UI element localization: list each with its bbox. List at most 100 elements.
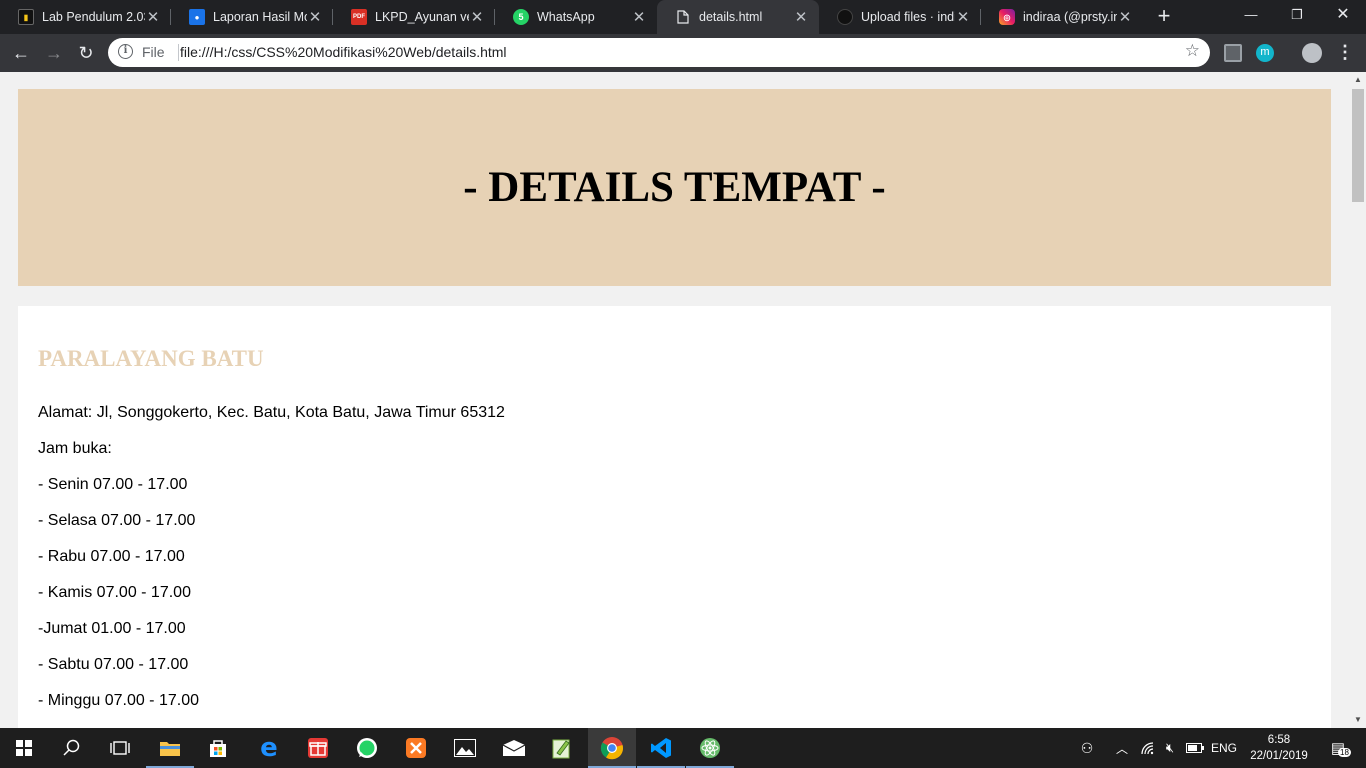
info-icon[interactable]: i — [118, 44, 133, 59]
scroll-down-arrow-icon[interactable]: ▼ — [1350, 712, 1366, 728]
whatsapp-icon: 5 — [513, 9, 529, 25]
gift-icon — [308, 738, 328, 758]
tab-lkpd[interactable]: PDF LKPD_Ayunan versi ✕ — [333, 0, 495, 34]
taskbar-photos[interactable] — [441, 728, 489, 768]
windows-logo-icon — [16, 740, 32, 756]
page-viewport: - DETAILS TEMPAT - PARALAYANG BATU Alama… — [0, 72, 1350, 728]
taskbar-edge[interactable]: e — [245, 728, 293, 768]
hours-row: - Sabtu 07.00 - 17.00 — [38, 656, 189, 673]
close-tab-icon[interactable]: ✕ — [793, 8, 809, 26]
bookmark-star-icon[interactable]: ☆ — [1185, 41, 1200, 61]
instagram-icon: ◎ — [999, 9, 1015, 25]
tab-title: WhatsApp — [537, 10, 595, 24]
hours-row: - Senin 07.00 - 17.00 — [38, 476, 188, 493]
close-tab-icon[interactable]: ✕ — [631, 8, 647, 26]
taskbar-file-explorer[interactable] — [146, 728, 194, 768]
vscode-icon — [651, 738, 671, 758]
hours-label: Jam buka: — [38, 440, 112, 457]
extension-icon[interactable] — [1224, 44, 1242, 62]
tab-strip: ▮ Lab Pendulum 2.03 ✕ ● Laporan Hasil Mo… — [0, 0, 1366, 34]
profile-avatar-icon[interactable] — [1302, 43, 1322, 63]
task-view-button[interactable] — [96, 728, 144, 768]
tab-title: details.html — [699, 10, 763, 24]
close-tab-icon[interactable]: ✕ — [469, 8, 485, 26]
close-tab-icon[interactable]: ✕ — [145, 8, 161, 26]
address-text: Alamat: Jl, Songgokerto, Kec. Batu, Kota… — [38, 404, 505, 421]
pdf-icon: PDF — [351, 9, 367, 25]
atom-icon — [700, 738, 720, 758]
new-tab-button[interactable]: + — [1152, 5, 1176, 29]
forward-button[interactable]: → — [42, 41, 66, 65]
browser-toolbar: ← → ↻ i File file:///H:/css/CSS%20Modifi… — [0, 34, 1366, 72]
tab-title: Lab Pendulum 2.03 — [42, 10, 145, 24]
taskbar-whatsapp[interactable] — [343, 728, 391, 768]
phet-icon: ▮ — [18, 9, 34, 25]
tab-instagram[interactable]: ◎ indiraa (@prsty.ind ✕ — [981, 0, 1143, 34]
tab-title: Upload files · indiraa — [861, 10, 955, 24]
close-tab-icon[interactable]: ✕ — [955, 8, 971, 26]
volume-control[interactable]: 🔇︎ — [1160, 728, 1180, 768]
language-indicator[interactable]: ENG — [1208, 728, 1240, 768]
tab-lab-pendulum[interactable]: ▮ Lab Pendulum 2.03 ✕ — [0, 0, 171, 34]
place-name: PARALAYANG BATU — [38, 346, 264, 371]
chrome-menu-icon[interactable]: ⋮ — [1336, 42, 1354, 63]
docs-user-icon: ● — [189, 9, 205, 25]
taskbar-store[interactable] — [194, 728, 242, 768]
tab-whatsapp[interactable]: 5 WhatsApp ✕ — [495, 0, 657, 34]
taskbar-xampp[interactable] — [392, 728, 440, 768]
battery-status[interactable] — [1184, 728, 1206, 768]
hours-row: - Minggu 07.00 - 17.00 — [38, 692, 199, 709]
scheme-label: File — [142, 44, 165, 60]
store-icon — [210, 740, 226, 757]
task-view-icon — [110, 741, 130, 755]
address-divider — [178, 44, 179, 61]
chrome-icon — [600, 737, 624, 760]
search-icon — [63, 739, 80, 756]
show-hidden-icons-button[interactable]: ︿ — [1112, 728, 1132, 768]
tab-laporan[interactable]: ● Laporan Hasil Modul ✕ — [171, 0, 333, 34]
start-button[interactable] — [0, 728, 48, 768]
hours-row: -Jumat 01.00 - 17.00 — [38, 620, 186, 637]
reload-button[interactable]: ↻ — [74, 41, 98, 65]
close-tab-icon[interactable]: ✕ — [307, 8, 323, 26]
taskbar-chrome[interactable] — [588, 728, 636, 768]
close-tab-icon[interactable]: ✕ — [1117, 8, 1133, 26]
taskbar-atom[interactable] — [686, 728, 734, 768]
battery-icon — [1186, 743, 1204, 753]
file-explorer-icon — [160, 742, 180, 756]
photos-icon — [454, 739, 476, 757]
close-window-button[interactable]: ✕ — [1320, 0, 1366, 30]
system-clock[interactable]: 6:58 22/01/2019 — [1240, 732, 1318, 764]
tab-title: LKPD_Ayunan versi — [375, 10, 469, 24]
file-icon — [675, 9, 691, 25]
volume-muted-icon: 🔇︎ — [1165, 740, 1175, 755]
restore-button[interactable]: ❐ — [1274, 0, 1320, 30]
notepad-icon — [552, 739, 570, 759]
tab-details[interactable]: details.html ✕ — [657, 0, 819, 34]
wifi-status[interactable] — [1138, 728, 1158, 768]
tab-github-upload[interactable]: Upload files · indiraa ✕ — [819, 0, 981, 34]
vertical-scrollbar[interactable]: ▲ ▼ — [1350, 72, 1366, 728]
url-text[interactable]: file:///H:/css/CSS%20Modifikasi%20Web/de… — [180, 44, 507, 60]
xampp-icon — [406, 738, 426, 758]
action-center-button[interactable]: ▤ 18 — [1320, 728, 1356, 768]
scrollbar-thumb[interactable] — [1352, 89, 1364, 202]
taskbar-mail[interactable] — [490, 728, 538, 768]
taskbar-vscode[interactable] — [637, 728, 685, 768]
chevron-up-icon: ︿ — [1115, 741, 1128, 756]
hours-row: - Rabu 07.00 - 17.00 — [38, 548, 185, 565]
people-button[interactable]: ⚇ — [1074, 728, 1100, 768]
search-button[interactable] — [48, 728, 96, 768]
minimize-button[interactable]: — — [1228, 0, 1274, 30]
tab-title: indiraa (@prsty.ind — [1023, 10, 1117, 24]
taskbar-gift[interactable] — [294, 728, 342, 768]
taskbar-notepad[interactable] — [538, 728, 586, 768]
address-bar[interactable]: i File file:///H:/css/CSS%20Modifikasi%2… — [108, 38, 1210, 67]
hours-row: - Kamis 07.00 - 17.00 — [38, 584, 191, 601]
scroll-up-arrow-icon[interactable]: ▲ — [1350, 72, 1366, 88]
clock-time: 6:58 — [1267, 734, 1291, 746]
page-header: - DETAILS TEMPAT - — [18, 89, 1331, 286]
back-button[interactable]: ← — [9, 41, 33, 65]
mendeley-extension-icon[interactable]: m — [1256, 44, 1274, 62]
tab-title: Laporan Hasil Modul — [213, 10, 307, 24]
